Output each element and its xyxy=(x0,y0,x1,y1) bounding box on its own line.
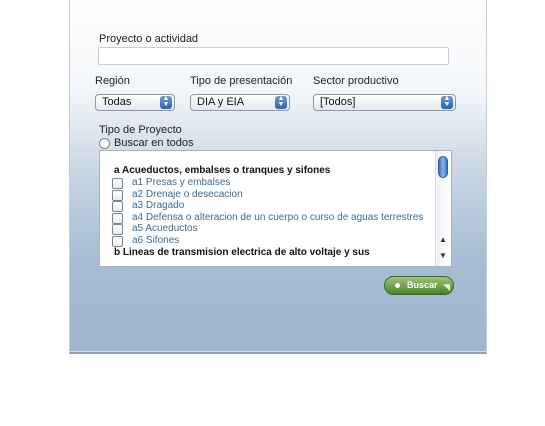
updown-arrows-icon: ▲ ▼ xyxy=(160,95,172,109)
project-type-list[interactable]: a Acueductos, embalses o tranques y sifo… xyxy=(99,150,452,267)
presentation-select-value: DIA y EIA xyxy=(197,96,245,108)
project-label: Proyecto o actividad xyxy=(99,33,199,45)
scroll-down-icon[interactable]: ▼ xyxy=(439,251,447,260)
checkbox[interactable] xyxy=(112,224,123,236)
region-select-value: Todas xyxy=(102,96,132,108)
search-button[interactable]: Buscar ◥ xyxy=(384,276,454,295)
region-select[interactable]: Todas ▲ ▼ xyxy=(95,94,175,111)
search-all-label: Buscar en todos xyxy=(114,137,194,149)
list-item[interactable]: a2 Drenaje o desecacion xyxy=(110,189,430,201)
list-item[interactable]: a4 Defensa o alteracion de un cuerpo o c… xyxy=(110,212,430,224)
updown-arrows-icon: ▲ ▼ xyxy=(441,95,453,109)
list-item[interactable]: a3 Dragado xyxy=(110,200,430,213)
project-type-list-content: a Acueductos, embalses o tranques y sifo… xyxy=(110,165,430,259)
sector-select-value: [Todos] xyxy=(320,96,356,108)
checkbox[interactable] xyxy=(112,201,123,213)
presentation-label: Tipo de presentación xyxy=(190,75,293,87)
presentation-select[interactable]: DIA y EIA ▲ ▼ xyxy=(190,94,290,111)
sector-select[interactable]: [Todos] ▲ ▼ xyxy=(313,94,456,111)
project-type-label: Tipo de Proyecto xyxy=(99,124,182,136)
bullet-icon xyxy=(395,283,400,288)
project-input[interactable] xyxy=(98,47,449,65)
list-item[interactable]: a5 Acueductos xyxy=(110,223,430,236)
search-button-label: Buscar xyxy=(407,280,438,290)
sector-label: Sector productivo xyxy=(313,75,399,87)
region-label: Región xyxy=(95,75,130,87)
list-group-b: b Lineas de transmision electrica de alt… xyxy=(114,246,370,258)
list-item[interactable]: a1 Presas y embalses xyxy=(110,177,430,189)
scroll-up-icon[interactable]: ▲ xyxy=(439,235,447,244)
checkbox[interactable] xyxy=(112,235,123,247)
list-group-a: a Acueductos, embalses o tranques y sifo… xyxy=(114,165,331,176)
updown-arrows-icon: ▲ ▼ xyxy=(275,95,287,109)
checkbox[interactable] xyxy=(112,212,123,224)
search-all-radio[interactable] xyxy=(99,138,110,149)
checkbox[interactable] xyxy=(112,178,123,189)
page-curl-icon: ◥ xyxy=(443,282,450,292)
list-scrollbar[interactable]: ▲ ▼ xyxy=(435,151,451,266)
scrollbar-thumb[interactable] xyxy=(438,156,448,178)
checkbox[interactable] xyxy=(112,189,123,201)
list-item[interactable]: a6 Sifones xyxy=(110,235,430,247)
